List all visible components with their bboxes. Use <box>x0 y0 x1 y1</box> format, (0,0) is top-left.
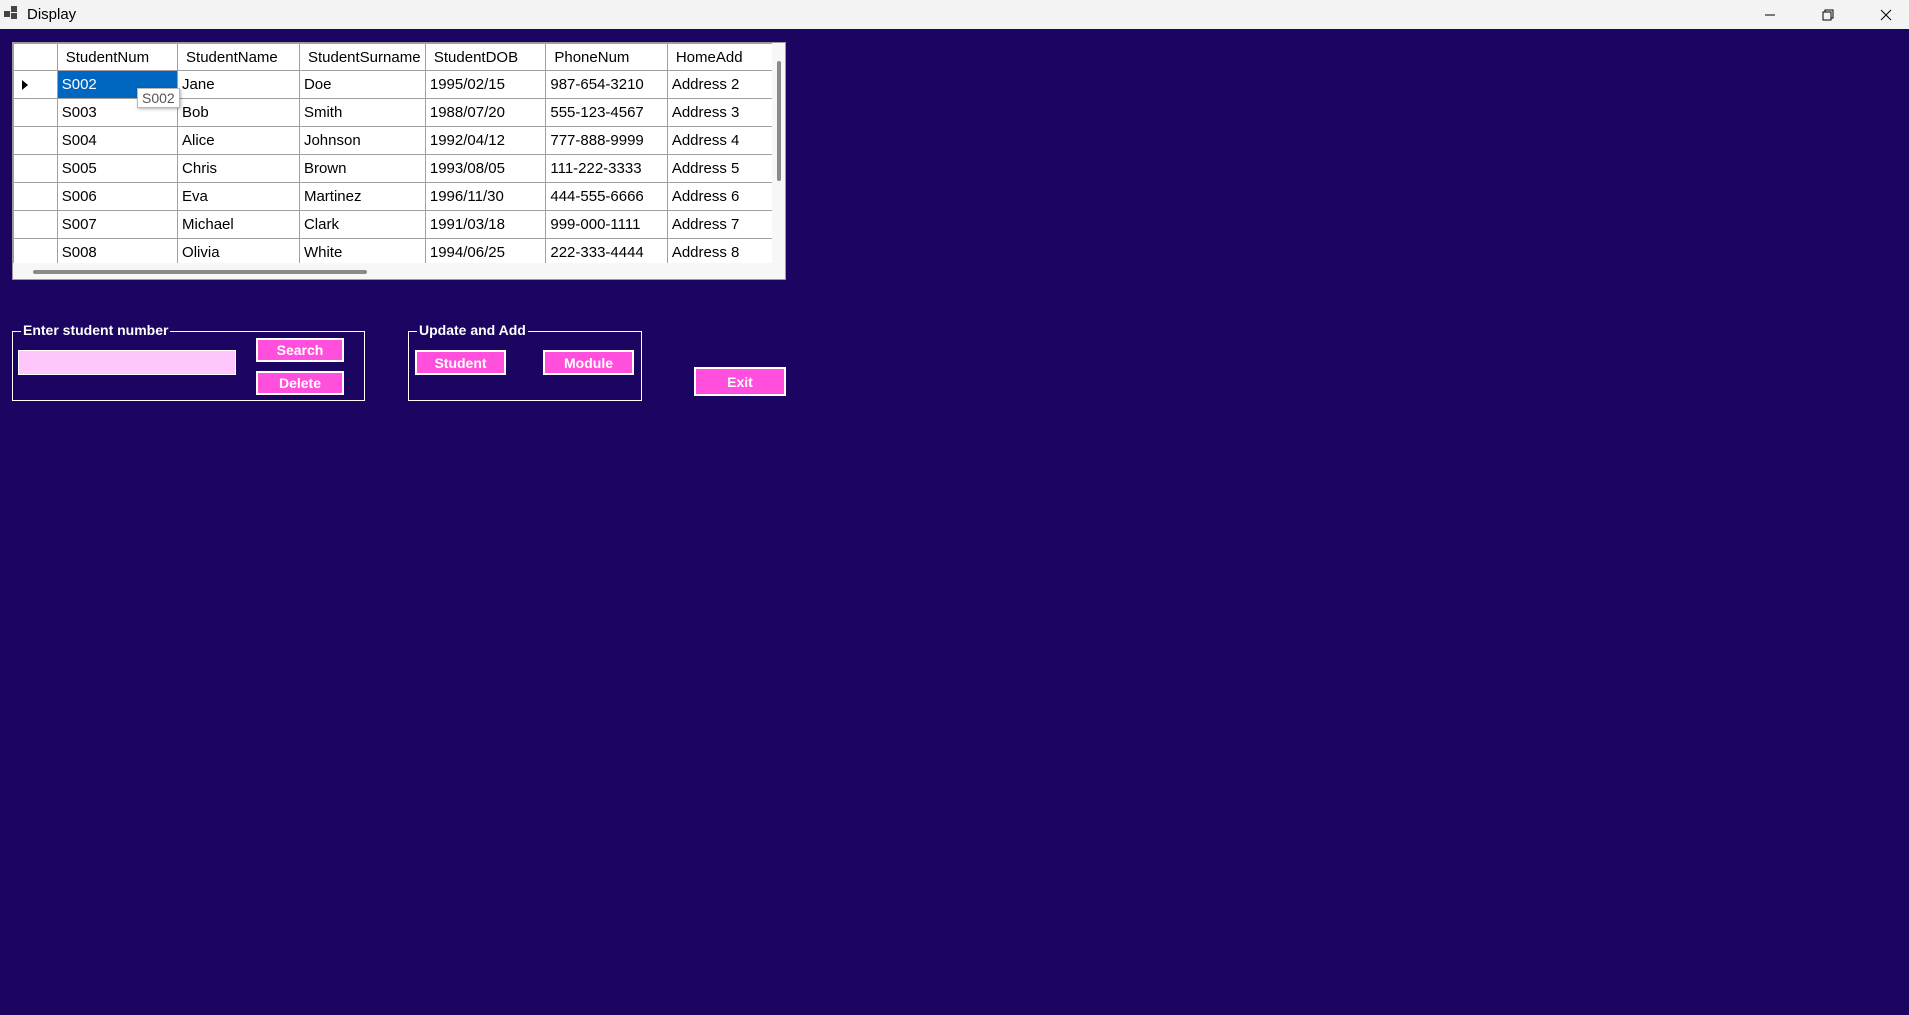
current-row-arrow-icon <box>22 80 28 90</box>
search-button[interactable]: Search <box>256 338 344 362</box>
table-cell[interactable]: 1992/04/12 <box>424 126 547 155</box>
table-cell[interactable]: 1988/07/20 <box>424 98 547 127</box>
table-row[interactable]: S007 Michael Clark 1991/03/18 999-000-11… <box>13 210 785 239</box>
table-cell[interactable]: 1993/08/05 <box>424 154 547 183</box>
table-cell[interactable]: 1995/02/15 <box>424 70 547 99</box>
column-header[interactable]: StudentDOB <box>424 43 547 71</box>
column-header[interactable]: PhoneNum <box>545 43 668 71</box>
window-title: Display <box>27 6 77 23</box>
close-icon <box>1880 9 1892 20</box>
table-cell[interactable]: Jane <box>177 70 300 99</box>
row-header[interactable] <box>13 210 58 239</box>
minimize-button[interactable] <box>1741 0 1799 29</box>
table-cell[interactable]: 555-123-4567 <box>545 98 668 127</box>
delete-button[interactable]: Delete <box>256 371 344 395</box>
table-cell[interactable]: 1996/11/30 <box>424 182 547 211</box>
restore-button[interactable] <box>1799 0 1857 29</box>
table-cell[interactable]: Address 5 <box>666 154 785 183</box>
row-header[interactable] <box>13 98 58 127</box>
row-header-corner <box>13 43 58 71</box>
table-row[interactable]: S003 Bob Smith 1988/07/20 555-123-4567 A… <box>13 98 785 127</box>
table-row[interactable]: S002 Jane Doe 1995/02/15 987-654-3210 Ad… <box>13 70 785 99</box>
table-cell[interactable]: Address 4 <box>666 126 785 155</box>
table-cell[interactable]: 1991/03/18 <box>424 210 547 239</box>
update-add-groupbox: Update and Add Student Module <box>408 322 642 401</box>
minimize-icon <box>1765 14 1775 15</box>
module-button[interactable]: Module <box>543 350 634 375</box>
table-cell[interactable]: 987-654-3210 <box>545 70 668 99</box>
row-header[interactable] <box>13 154 58 183</box>
table-cell[interactable]: Doe <box>298 70 426 99</box>
table-cell[interactable]: S004 <box>56 126 179 155</box>
header-row: StudentNum StudentName StudentSurname St… <box>13 43 785 71</box>
table-cell[interactable]: Johnson <box>298 126 426 155</box>
table-row[interactable]: S005 Chris Brown 1993/08/05 111-222-3333… <box>13 154 785 183</box>
table-cell[interactable]: Bob <box>177 98 300 127</box>
title-bar: Display <box>0 0 1909 29</box>
column-header[interactable]: StudentSurname <box>298 43 426 71</box>
table-cell[interactable]: 999-000-1111 <box>545 210 668 239</box>
column-header[interactable]: StudentNum <box>56 43 179 71</box>
horizontal-scroll-thumb[interactable] <box>33 270 367 274</box>
table-cell[interactable]: 111-222-3333 <box>545 154 668 183</box>
column-header[interactable]: StudentName <box>177 43 300 71</box>
table-cell[interactable]: Martinez <box>298 182 426 211</box>
search-groupbox: Enter student number Search Delete <box>12 322 365 401</box>
search-group-title: Enter student number <box>21 322 171 338</box>
student-data-grid[interactable]: StudentNum StudentName StudentSurname St… <box>12 42 786 280</box>
table-cell[interactable]: 444-555-6666 <box>545 182 668 211</box>
table-cell[interactable]: Address 3 <box>666 98 785 127</box>
vertical-scroll-thumb[interactable] <box>777 61 781 181</box>
exit-button[interactable]: Exit <box>694 367 786 396</box>
student-number-input[interactable] <box>18 350 236 375</box>
table-cell[interactable]: Address 7 <box>666 210 785 239</box>
table-row[interactable]: S006 Eva Martinez 1996/11/30 444-555-666… <box>13 182 785 211</box>
table-cell[interactable]: 777-888-9999 <box>545 126 668 155</box>
close-button[interactable] <box>1857 0 1909 29</box>
cell-tooltip: S002 <box>137 88 180 108</box>
row-header[interactable] <box>13 182 58 211</box>
update-group-title: Update and Add <box>417 322 528 338</box>
table-cell[interactable]: Brown <box>298 154 426 183</box>
vertical-scrollbar[interactable] <box>772 43 785 279</box>
table-cell[interactable]: Address 6 <box>666 182 785 211</box>
row-header[interactable] <box>13 126 58 155</box>
student-table: StudentNum StudentName StudentSurname St… <box>13 43 785 267</box>
app-window-icon <box>4 6 18 20</box>
student-button[interactable]: Student <box>415 350 506 375</box>
table-cell[interactable]: Eva <box>177 182 300 211</box>
table-cell[interactable]: Michael <box>177 210 300 239</box>
horizontal-scrollbar[interactable] <box>13 263 772 279</box>
table-cell[interactable]: Clark <box>298 210 426 239</box>
table-cell[interactable]: Smith <box>298 98 426 127</box>
table-cell[interactable]: S007 <box>56 210 179 239</box>
table-cell[interactable]: S005 <box>56 154 179 183</box>
table-row[interactable]: S004 Alice Johnson 1992/04/12 777-888-99… <box>13 126 785 155</box>
table-cell[interactable]: Alice <box>177 126 300 155</box>
table-cell[interactable]: S006 <box>56 182 179 211</box>
restore-icon <box>1822 9 1834 20</box>
table-cell[interactable]: Address 2 <box>666 70 785 99</box>
table-cell[interactable]: Chris <box>177 154 300 183</box>
column-header[interactable]: HomeAdd <box>666 43 785 71</box>
row-header[interactable] <box>13 70 58 99</box>
